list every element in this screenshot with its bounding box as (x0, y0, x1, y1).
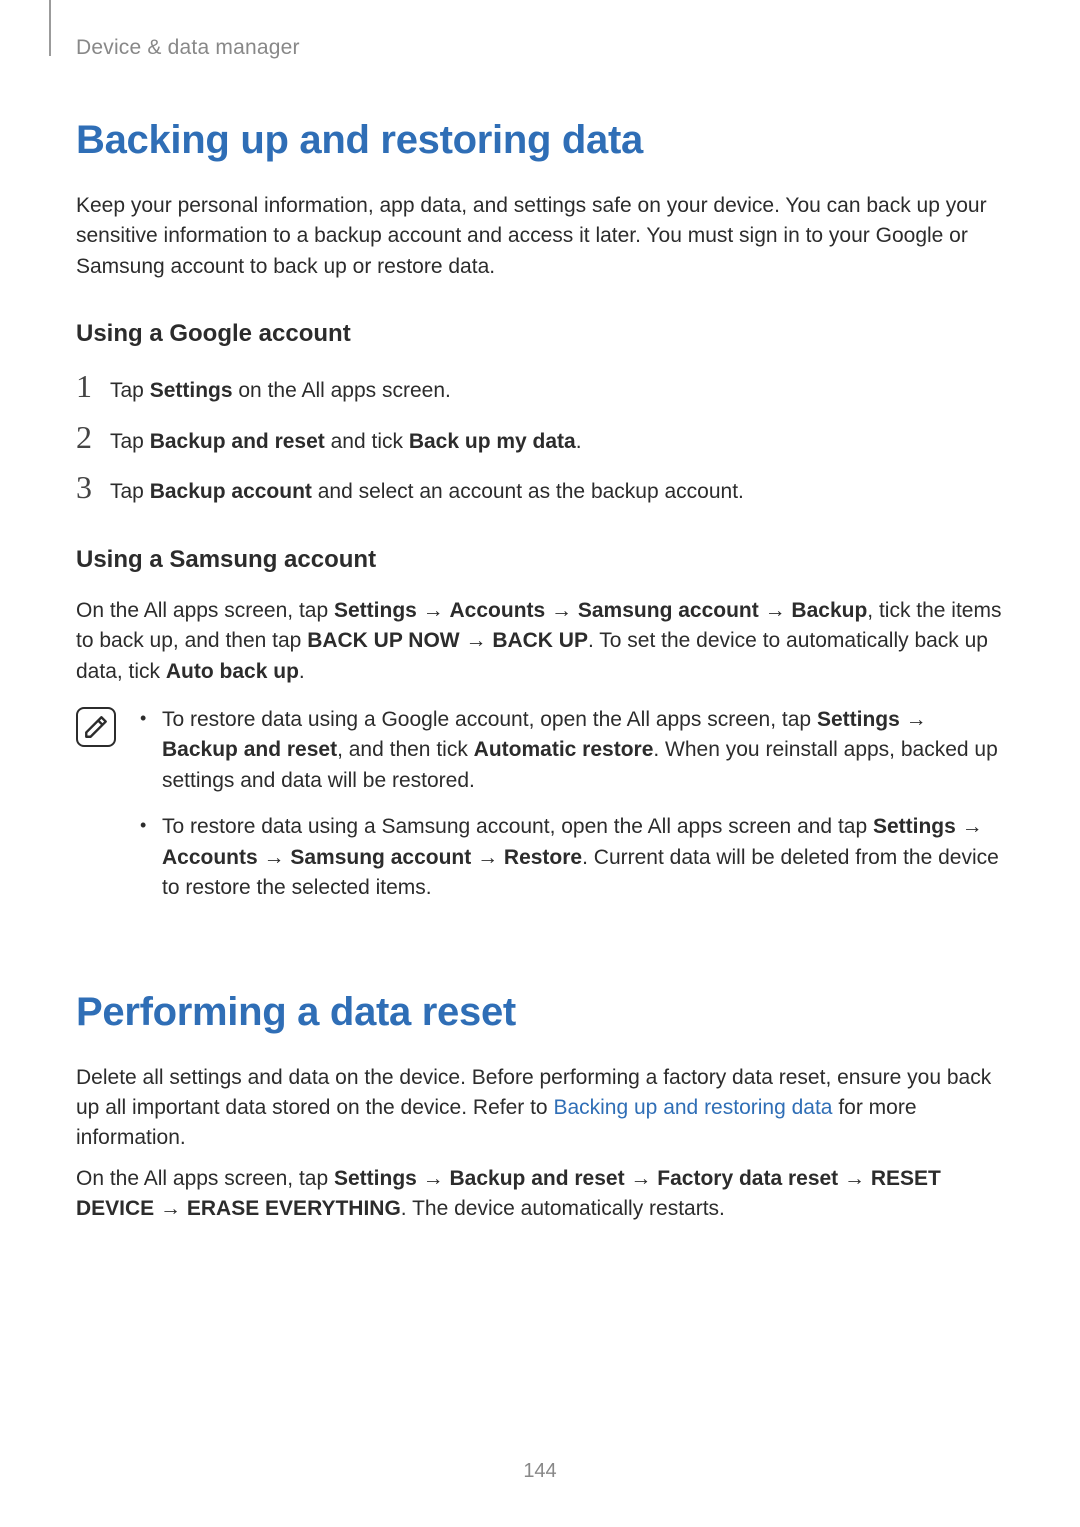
pencil-note-icon (83, 714, 109, 740)
steps-google: 1 Tap Settings on the All apps screen. 2… (76, 370, 1008, 507)
page-number: 144 (0, 1460, 1080, 1483)
note-list: To restore data using a Google account, … (138, 705, 1008, 920)
text: Tap (110, 480, 150, 503)
note-block: To restore data using a Google account, … (76, 705, 1008, 920)
bold: Settings (334, 599, 417, 622)
text: Tap (110, 379, 150, 402)
bold: ERASE EVERYTHING (187, 1197, 401, 1220)
arrow: → (471, 846, 504, 869)
arrow: → (545, 599, 578, 622)
step-text: Tap Backup account and select an account… (110, 473, 744, 507)
section-title-reset: Performing a data reset (76, 990, 1008, 1035)
bold: Factory data reset (657, 1167, 838, 1190)
section-title-backup: Backing up and restoring data (76, 118, 1008, 163)
reset-para-2: On the All apps screen, tap Settings → B… (76, 1164, 1008, 1225)
text: . The device automatically restarts. (401, 1197, 725, 1220)
text: To restore data using a Samsung account,… (162, 815, 873, 838)
bold: Settings (334, 1167, 417, 1190)
step-text: Tap Backup and reset and tick Back up my… (110, 423, 582, 457)
bold: Automatic restore (474, 738, 654, 761)
bold: Back up my data (409, 430, 576, 453)
note-icon (76, 707, 116, 747)
text: On the All apps screen, tap (76, 599, 334, 622)
bold: Settings (817, 708, 900, 731)
arrow: → (956, 815, 983, 838)
step-1: 1 Tap Settings on the All apps screen. (76, 370, 1008, 406)
intro-paragraph: Keep your personal information, app data… (76, 191, 1008, 282)
note-item: To restore data using a Samsung account,… (138, 812, 1008, 903)
step-number: 1 (76, 370, 110, 402)
bold: Restore (504, 846, 582, 869)
page: Device & data manager Backing up and res… (0, 0, 1080, 1527)
bold: Backup (791, 599, 867, 622)
text: To restore data using a Google account, … (162, 708, 817, 731)
bold: Backup and reset (450, 1167, 625, 1190)
arrow: → (759, 599, 792, 622)
text: Tap (110, 430, 150, 453)
step-number: 2 (76, 421, 110, 453)
step-text: Tap Settings on the All apps screen. (110, 372, 451, 406)
text: on the All apps screen. (233, 379, 451, 402)
text: and tick (325, 430, 409, 453)
arrow: → (154, 1197, 187, 1220)
bold: Backup and reset (150, 430, 325, 453)
bold: BACK UP (492, 629, 588, 652)
step-3: 3 Tap Backup account and select an accou… (76, 471, 1008, 507)
text: and select an account as the backup acco… (312, 480, 744, 503)
reset-para-1: Delete all settings and data on the devi… (76, 1063, 1008, 1154)
bold: Backup and reset (162, 738, 337, 761)
bold: Accounts (162, 846, 258, 869)
gap (76, 920, 1008, 990)
subheading-samsung: Using a Samsung account (76, 546, 1008, 574)
bold: Samsung account (290, 846, 471, 869)
bold: Settings (873, 815, 956, 838)
arrow: → (417, 599, 450, 622)
bold: Samsung account (578, 599, 759, 622)
step-2: 2 Tap Backup and reset and tick Back up … (76, 421, 1008, 457)
arrow: → (625, 1167, 658, 1190)
text: . (576, 430, 582, 453)
arrow: → (838, 1167, 871, 1190)
step-number: 3 (76, 471, 110, 503)
arrow: → (460, 629, 493, 652)
text: On the All apps screen, tap (76, 1167, 334, 1190)
cross-reference-link[interactable]: Backing up and restoring data (553, 1096, 832, 1119)
bold: Auto back up (166, 660, 299, 683)
bold: BACK UP NOW (307, 629, 459, 652)
running-header: Device & data manager (76, 36, 1008, 60)
subheading-google: Using a Google account (76, 320, 1008, 348)
bold: Accounts (450, 599, 546, 622)
samsung-para: On the All apps screen, tap Settings → A… (76, 596, 1008, 687)
text: . (299, 660, 305, 683)
bold: Backup account (150, 480, 312, 503)
bold: Settings (150, 379, 233, 402)
content-area: Backing up and restoring data Keep your … (76, 118, 1008, 1225)
arrow: → (258, 846, 291, 869)
text: , and then tick (337, 738, 474, 761)
arrow: → (417, 1167, 450, 1190)
arrow: → (900, 708, 927, 731)
margin-rule (49, 0, 51, 56)
note-item: To restore data using a Google account, … (138, 705, 1008, 796)
